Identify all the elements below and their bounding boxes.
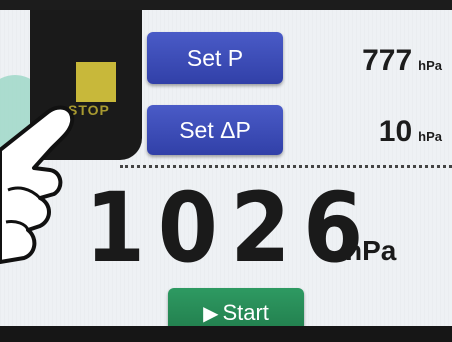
stop-label: STOP — [68, 102, 110, 118]
pressure-unit: hPa — [345, 235, 397, 266]
set-p-number: 777 — [362, 44, 413, 77]
set-p-button[interactable]: Set P — [147, 32, 283, 84]
set-delta-p-value: 10 hPa — [379, 115, 442, 149]
touch-screen: STOP Set P 777 hPa Set ΔP 10 hPa 1026 hPa … — [0, 10, 452, 338]
set-delta-p-button[interactable]: Set ΔP — [147, 105, 283, 155]
stop-button[interactable]: STOP — [30, 10, 142, 160]
divider — [120, 165, 452, 168]
start-label: Start — [222, 300, 269, 325]
play-icon: ▶ — [203, 302, 219, 325]
set-p-unit: hPa — [418, 58, 442, 73]
stop-square-icon — [76, 62, 116, 102]
set-p-value: 777 hPa — [362, 44, 442, 78]
pressure-reading: 1026 — [85, 172, 376, 284]
set-delta-p-number: 10 — [378, 115, 413, 148]
set-delta-p-unit: hPa — [418, 129, 442, 144]
device-bezel-bottom — [0, 326, 452, 342]
